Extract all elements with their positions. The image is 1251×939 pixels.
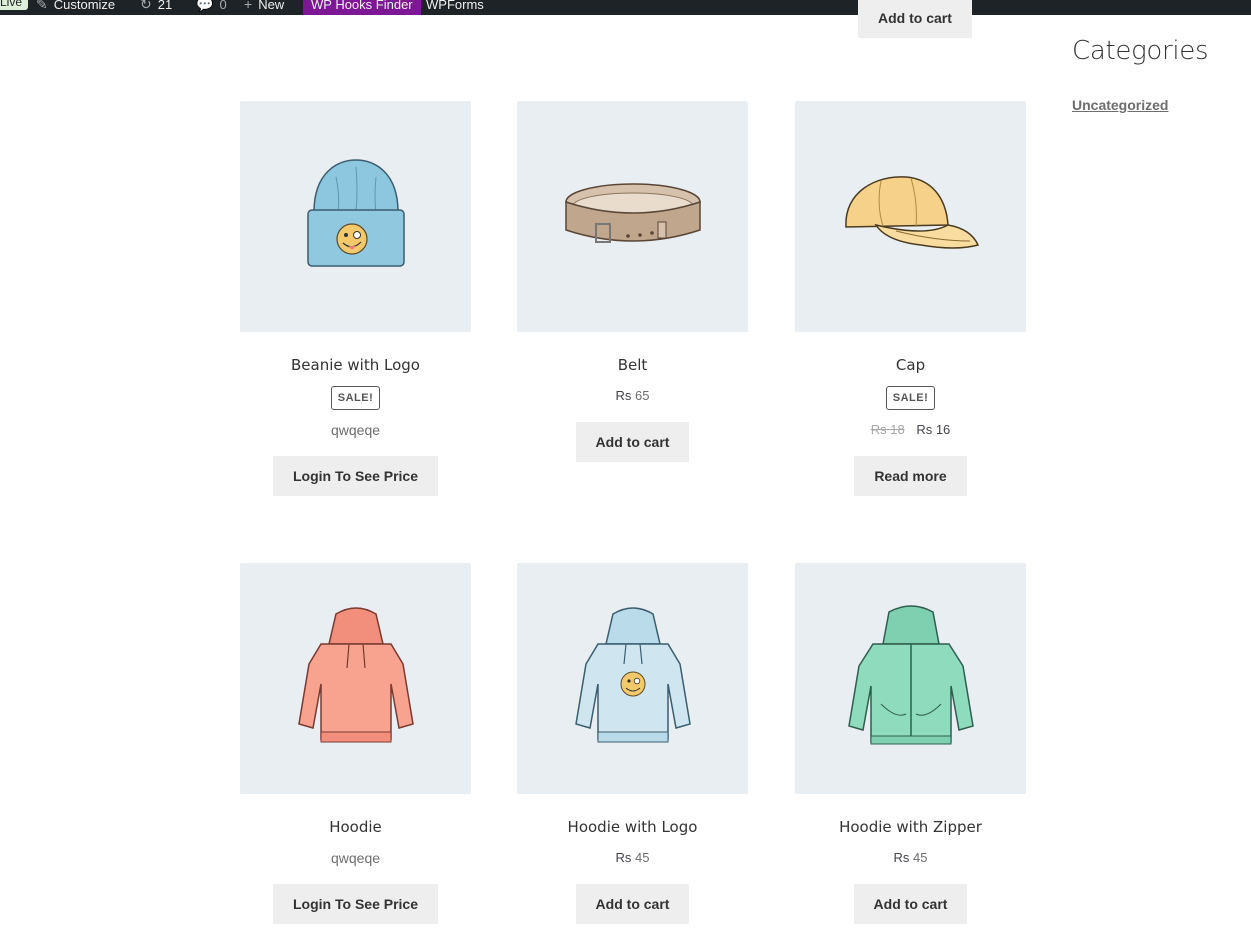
login-to-see-price-button[interactable]: Login To See Price [273, 456, 438, 496]
product-card-cap: Cap SALE! Rs 18 Rs 16 Read more [795, 101, 1026, 496]
read-more-button[interactable]: Read more [854, 456, 967, 496]
add-to-cart-button[interactable]: Add to cart [853, 884, 968, 924]
belt-image [564, 182, 701, 243]
add-to-cart-button-prev-row[interactable]: Add to cart [858, 0, 972, 38]
live-badge[interactable]: Live [0, 0, 29, 10]
hoodie-image [297, 606, 414, 742]
cap-image [844, 175, 979, 249]
sale-badge: SALE! [330, 386, 381, 410]
add-to-cart-button[interactable]: Add to cart [575, 422, 690, 462]
new-label: New [258, 0, 285, 12]
login-to-see-price-button[interactable]: Login To See Price [273, 884, 438, 924]
currency-symbol: Rs [615, 850, 632, 865]
comments-link[interactable]: 💬 0 [196, 0, 227, 15]
category-link-uncategorized[interactable]: Uncategorized [1072, 97, 1168, 113]
hooks-finder-link[interactable]: WP Hooks Finder [303, 0, 421, 15]
product-image-belt[interactable] [517, 101, 748, 332]
product-title[interactable]: Beanie with Logo [240, 356, 471, 374]
product-title[interactable]: Hoodie with Logo [517, 818, 748, 836]
customize-link[interactable]: ✎ Customize [36, 0, 115, 15]
product-card-hoodie-with-zipper: Hoodie with Zipper Rs 45 Add to cart [795, 563, 1026, 924]
product-card-hoodie-with-logo: Hoodie with Logo Rs 45 Add to cart [517, 563, 748, 924]
admin-bar: Live ✎ Customize ↻ 21 💬 0 + New WP Hooks… [0, 0, 1251, 15]
price-text: qwqeqe [330, 850, 381, 866]
updates-link[interactable]: ↻ 21 [140, 0, 172, 15]
product-price: Rs 45 [795, 850, 1026, 866]
price-value: 65 [635, 388, 650, 403]
product-price: Rs 18 Rs 16 [795, 422, 1026, 438]
product-title[interactable]: Hoodie [240, 818, 471, 836]
comment-icon: 💬 [196, 0, 214, 12]
add-to-cart-button[interactable]: Add to cart [575, 884, 690, 924]
sale-price: Rs 16 [916, 422, 951, 437]
product-card-belt: Belt Rs 65 Add to cart [517, 101, 748, 462]
hoodie-logo-image [574, 606, 691, 742]
price-value: 45 [635, 850, 650, 865]
plus-icon: + [244, 0, 253, 12]
product-image-hoodie-with-zipper[interactable] [795, 563, 1026, 794]
product-title[interactable]: Cap [795, 356, 1026, 374]
product-image-hoodie[interactable] [240, 563, 471, 794]
comments-count: 0 [219, 0, 227, 12]
product-card-hoodie: Hoodie qwqeqe Login To See Price [240, 563, 471, 924]
new-content-link[interactable]: + New [244, 0, 284, 15]
customize-label: Customize [53, 0, 116, 12]
product-price: Rs 45 [517, 850, 748, 866]
wpforms-link[interactable]: WPForms [426, 0, 484, 15]
product-title[interactable]: Belt [517, 356, 748, 374]
old-price: Rs 18 [870, 422, 905, 437]
product-title[interactable]: Hoodie with Zipper [795, 818, 1026, 836]
currency-symbol: Rs [615, 388, 632, 403]
sale-badge: SALE! [885, 386, 936, 410]
beanie-image [306, 158, 405, 267]
brush-icon: ✎ [36, 0, 48, 12]
price-value: 45 [913, 850, 928, 865]
product-card-beanie: Beanie with Logo SALE! qwqeqe Login To S… [240, 101, 471, 496]
updates-count: 21 [157, 0, 173, 12]
hoodie-zipper-image [847, 604, 974, 744]
product-price: Rs 65 [517, 388, 748, 404]
categories-heading: Categories [1072, 36, 1209, 66]
product-image-hoodie-with-logo[interactable] [517, 563, 748, 794]
price-text: qwqeqe [330, 422, 381, 438]
currency-symbol: Rs [893, 850, 910, 865]
product-image-beanie[interactable] [240, 101, 471, 332]
refresh-icon: ↻ [140, 0, 152, 12]
product-image-cap[interactable] [795, 101, 1026, 332]
